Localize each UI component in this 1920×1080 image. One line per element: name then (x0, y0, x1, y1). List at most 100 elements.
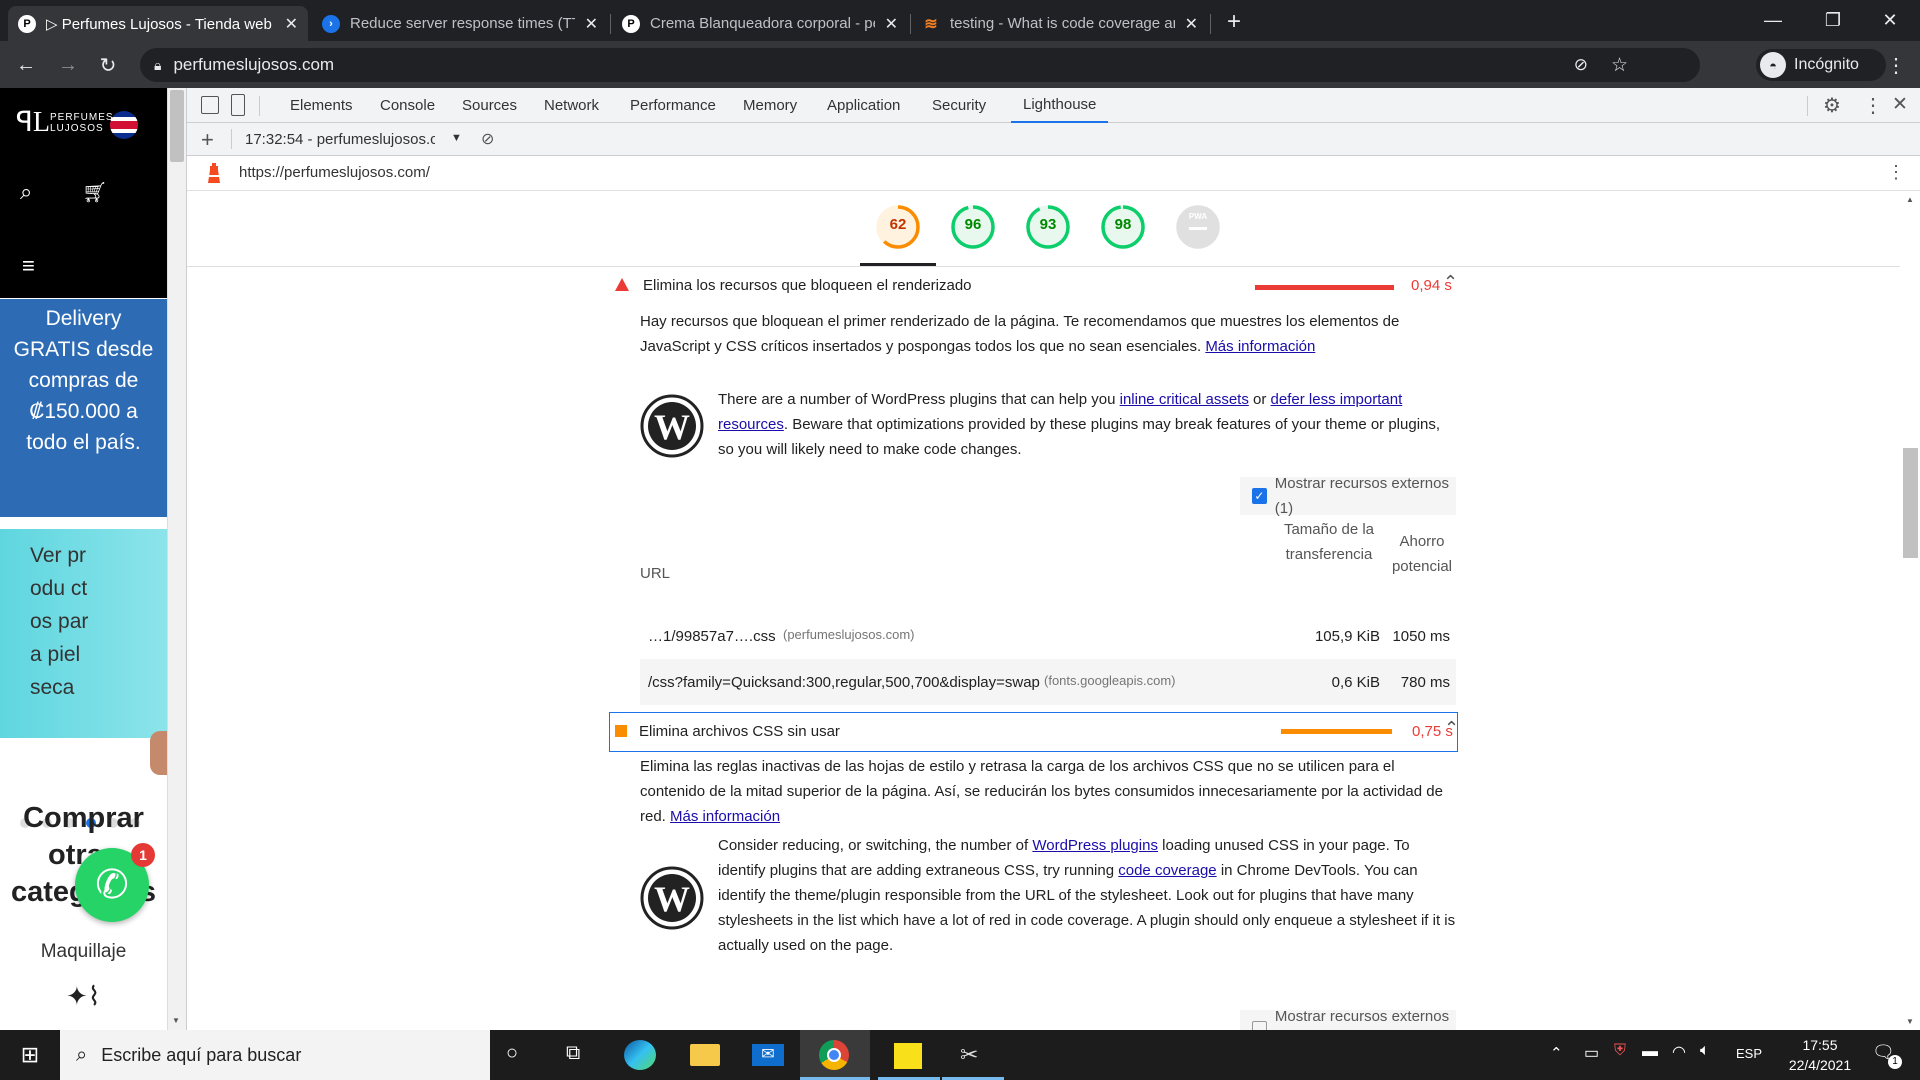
more-info-link[interactable]: Más información (670, 808, 780, 825)
code-coverage-link[interactable]: code coverage (1118, 862, 1216, 879)
audit-unused-css-header[interactable]: Elimina archivos CSS sin usar 0,75 s ⌃ (609, 712, 1459, 752)
volume-icon[interactable]: 🔈︎ (1700, 1042, 1710, 1060)
delivery-banner[interactable]: Delivery GRATIS desde compras de ₡150.00… (0, 299, 167, 517)
tab-memory[interactable]: Memory (743, 88, 797, 123)
sticky-notes-icon (894, 1043, 922, 1069)
edge-icon[interactable] (624, 1040, 656, 1070)
show-hidden-icons-icon[interactable]: ⌃ (1550, 1044, 1563, 1062)
devtools-menu-icon[interactable]: ⋮ (1863, 93, 1883, 118)
score-gauge-0[interactable]: 62 (874, 203, 922, 251)
settings-gear-icon[interactable]: ⚙ (1823, 93, 1841, 118)
score-gauge-2[interactable]: 93 (1024, 203, 1072, 251)
dropdown-arrow-icon[interactable]: ▼ (451, 132, 462, 144)
more-info-link[interactable]: Más información (1205, 338, 1315, 355)
report-scrollbar-thumb[interactable] (1903, 448, 1918, 558)
minimize-icon[interactable]: ― (1745, 0, 1801, 41)
scroll-down-icon[interactable]: ▼ (1906, 1017, 1914, 1026)
incognito-profile-button[interactable]: ◓ Incógnito (1756, 49, 1886, 81)
show-third-party-toggle[interactable]: ✓ Mostrar recursos externos (1) (1240, 475, 1456, 517)
more-menu-icon[interactable]: ⋮ (1880, 49, 1912, 81)
model-image (150, 731, 167, 775)
score-gauge-3[interactable]: 98 (1099, 203, 1147, 251)
promo-slider[interactable]: Ver produ ctos para piel seca (0, 529, 167, 828)
tab-network[interactable]: Network (544, 88, 599, 123)
address-bar[interactable]: 🔒︎ perfumeslujosos.com ⊘ ☆ (140, 48, 1700, 82)
windows-start-icon[interactable]: ⊞ (0, 1030, 60, 1080)
report-url[interactable]: https://perfumeslujosos.com/ (239, 164, 430, 181)
inspect-element-icon[interactable] (201, 96, 219, 114)
chevron-up-icon[interactable]: ⌃ (1443, 272, 1458, 293)
close-tab-icon[interactable]: ✕ (885, 14, 898, 34)
clock[interactable]: 17:55 22/4/2021 (1770, 1035, 1870, 1075)
score-gauge-1[interactable]: 96 (949, 203, 997, 251)
inline-critical-assets-link[interactable]: inline critical assets (1120, 391, 1249, 408)
tab-security[interactable]: Security (932, 88, 986, 123)
mail-icon[interactable]: ✉ (752, 1044, 784, 1066)
task-view-icon[interactable]: ⧉ (566, 1042, 580, 1065)
devtools-panel: Elements Console Sources Network Perform… (186, 88, 1920, 1030)
language-indicator[interactable]: ESP (1736, 1046, 1762, 1061)
snipping-tool-taskbar-button[interactable]: ✂ (942, 1030, 1004, 1080)
report-scrollbar[interactable]: ▲ ▼ (1900, 191, 1920, 1030)
scroll-down-icon[interactable]: ▼ (172, 1016, 180, 1025)
eye-off-icon[interactable]: ⊘ (1574, 55, 1588, 75)
browser-tab-ttfb[interactable]: › Reduce server response times (TTFB) ✕ (312, 6, 608, 41)
site-logo-monogram-icon[interactable]: ꟼL (16, 108, 50, 138)
tab-application[interactable]: Application (827, 88, 900, 123)
chevron-up-icon[interactable]: ⌃ (1444, 718, 1459, 739)
battery-icon[interactable]: ▬ (1642, 1043, 1658, 1061)
wordpress-plugins-link[interactable]: WordPress plugins (1032, 837, 1158, 854)
new-tab-button[interactable]: + (1218, 6, 1250, 38)
browser-tab-perfumes[interactable]: P ▷ Perfumes Lujosos - Tienda web ✕ (8, 6, 308, 41)
table-row[interactable]: /css?family=Quicksand:300,regular,500,70… (640, 659, 1456, 705)
taskbar-search-box[interactable]: ⌕ Escribe aquí para buscar (60, 1030, 490, 1080)
costa-rica-flag-icon[interactable] (110, 111, 138, 139)
meet-now-icon[interactable]: ▭ (1584, 1043, 1599, 1063)
close-window-icon[interactable]: ✕ (1862, 0, 1918, 41)
wifi-icon[interactable]: ◠ (1672, 1042, 1686, 1062)
close-devtools-icon[interactable]: ✕ (1892, 93, 1908, 116)
close-tab-icon[interactable]: ✕ (285, 14, 298, 34)
show-third-party-toggle[interactable]: Mostrar recursos externos (0) (1240, 1008, 1456, 1030)
report-selector[interactable]: 17:32:54 - perfumeslujosos.com (245, 131, 435, 148)
website-scrollbar-thumb[interactable] (170, 90, 184, 162)
tab-console[interactable]: Console (380, 88, 435, 123)
cart-icon[interactable]: 🛒︎ (82, 180, 107, 205)
back-arrow-icon[interactable]: ← (10, 49, 42, 81)
audit-render-blocking-header[interactable]: Elimina los recursos que bloqueen el ren… (611, 267, 1458, 307)
file-explorer-icon[interactable] (690, 1044, 720, 1066)
checkbox-unchecked-icon[interactable] (1252, 1021, 1267, 1030)
site-logo-text: PERFUMES LUJOSOS (50, 112, 114, 134)
close-tab-icon[interactable]: ✕ (1185, 14, 1198, 34)
star-icon[interactable]: ☆ (1611, 54, 1628, 77)
report-menu-icon[interactable]: ⋮ (1887, 162, 1905, 183)
chrome-taskbar-button[interactable] (800, 1030, 870, 1080)
tab-sources[interactable]: Sources (462, 88, 517, 123)
new-report-icon[interactable]: + (201, 127, 214, 153)
browser-tab-stackoverflow[interactable]: ≋ testing - What is code coverage and ✕ (912, 6, 1208, 41)
perfumes-favicon-icon: P (622, 14, 640, 33)
score-value: 96 (964, 216, 982, 233)
clear-reports-icon[interactable]: ⊘ (481, 129, 494, 149)
website-scrollbar[interactable]: ▼ (167, 88, 186, 1030)
score-value: 62 (889, 216, 907, 233)
score-gauge-4[interactable]: PWA (1174, 203, 1222, 251)
browser-tab-crema[interactable]: P Crema Blanqueadora corporal - perfumes… (612, 6, 908, 41)
category-maquillaje[interactable]: Maquillaje (0, 941, 167, 963)
close-tab-icon[interactable]: ✕ (585, 14, 598, 34)
checkbox-checked-icon[interactable]: ✓ (1252, 488, 1267, 504)
reload-icon[interactable]: ↻ (92, 49, 124, 81)
cortana-icon[interactable]: ○ (506, 1042, 518, 1065)
tab-lighthouse[interactable]: Lighthouse (1011, 88, 1109, 123)
hamburger-menu-icon[interactable]: ≡ (22, 253, 35, 279)
restore-icon[interactable]: ❐ (1805, 0, 1861, 41)
device-toolbar-icon[interactable] (231, 94, 245, 116)
tab-elements[interactable]: Elements (290, 88, 353, 123)
search-icon[interactable]: ⌕ (20, 179, 32, 205)
forward-arrow-icon[interactable]: → (52, 49, 84, 81)
sticky-notes-taskbar-button[interactable] (878, 1030, 940, 1080)
tab-performance[interactable]: Performance (630, 88, 716, 123)
security-alert-icon[interactable]: ⛨ (1614, 1042, 1626, 1060)
scroll-up-icon[interactable]: ▲ (1906, 195, 1914, 204)
table-row[interactable]: …1/99857a7….css (perfumeslujosos.com) 10… (640, 614, 1456, 658)
